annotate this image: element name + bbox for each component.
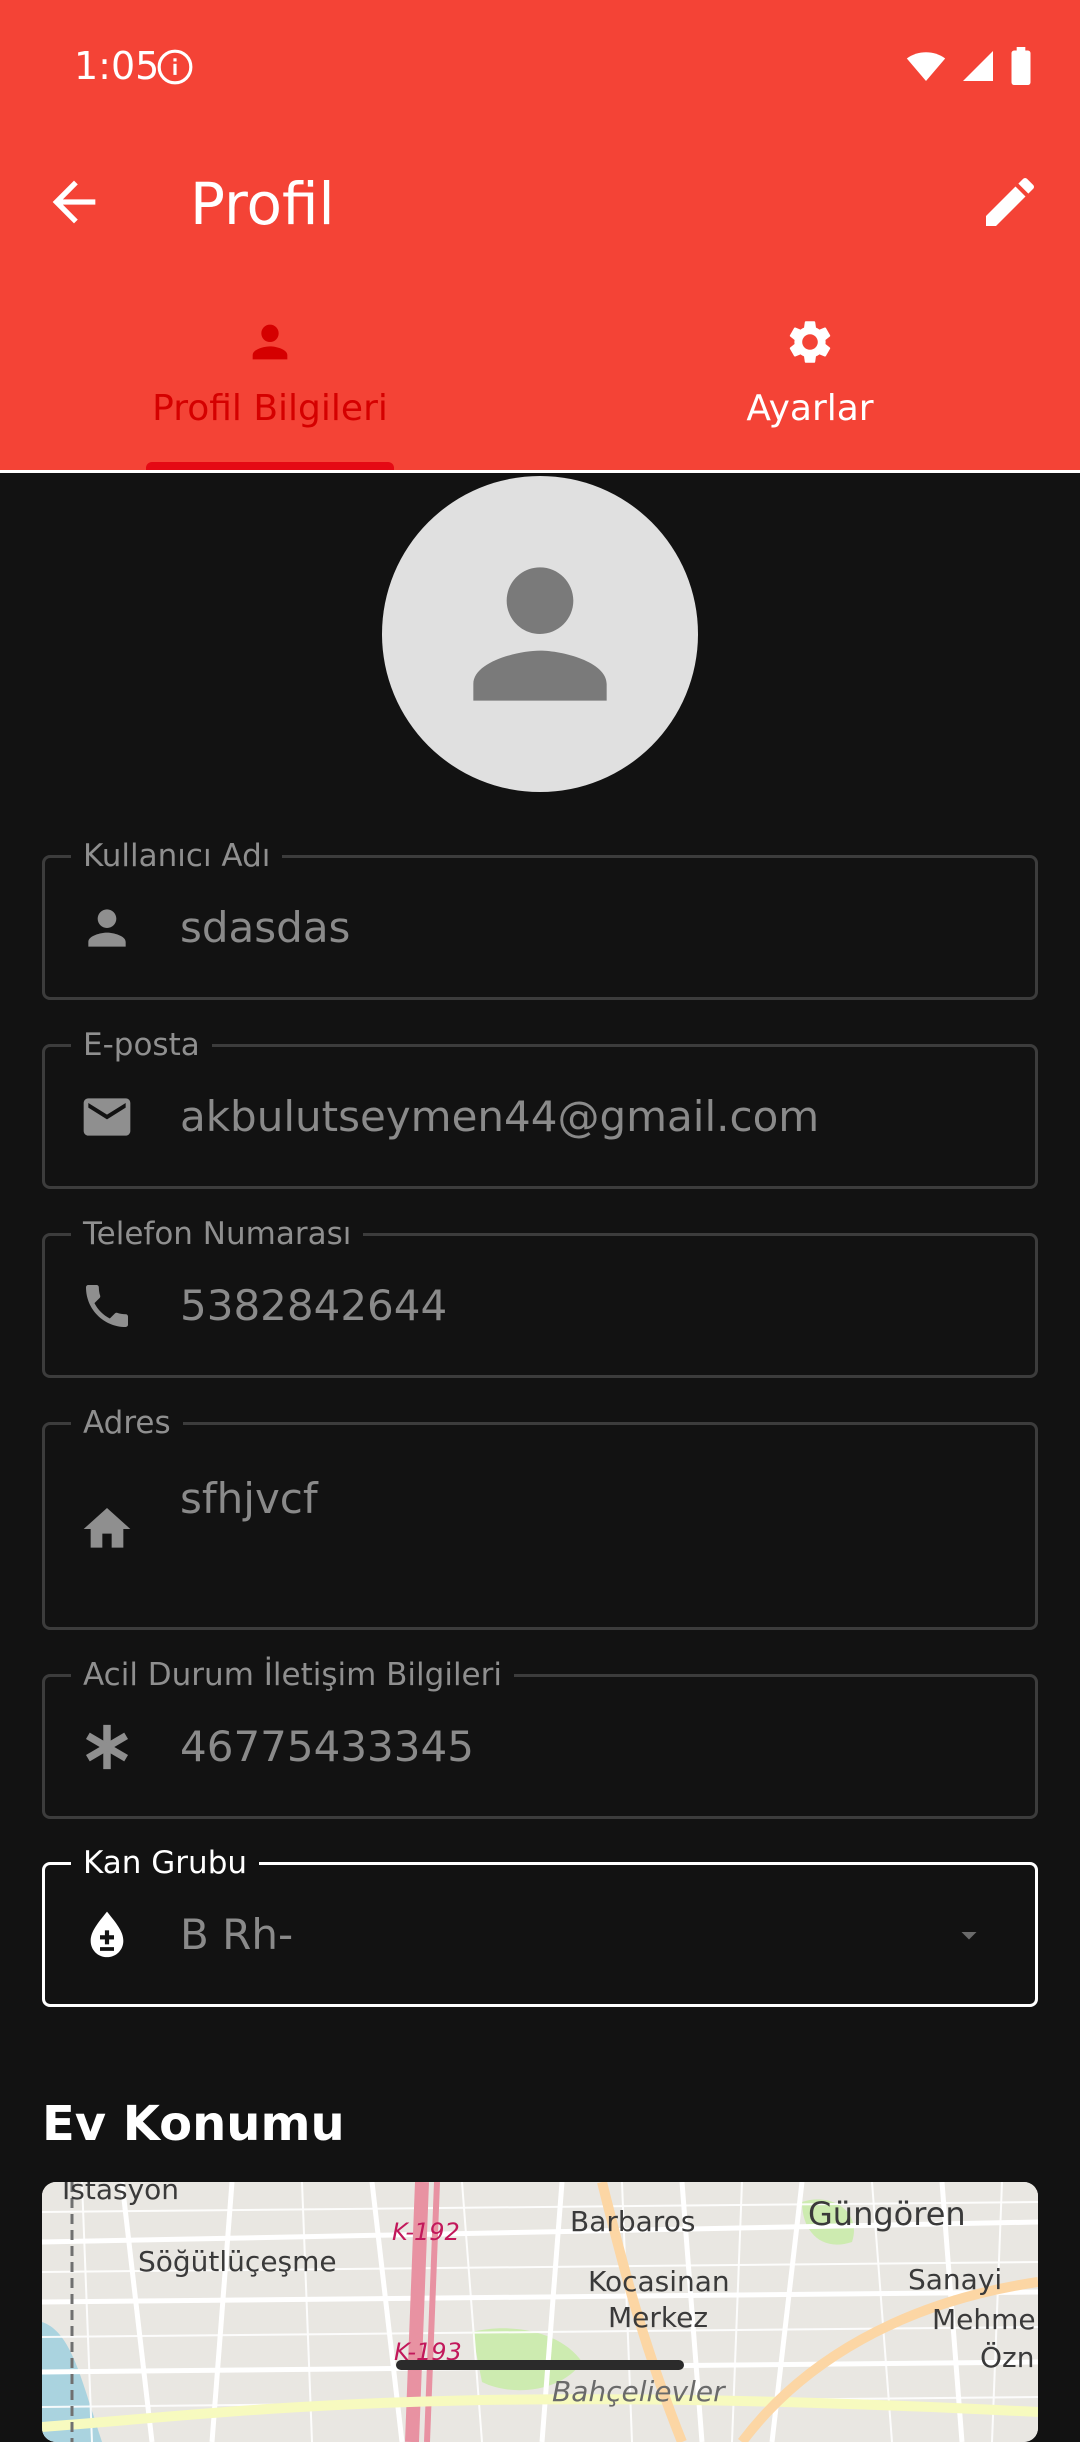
- map-label: Mehme: [932, 2303, 1036, 2336]
- gesture-bar[interactable]: [396, 2360, 684, 2370]
- page-title: Profil: [190, 170, 335, 238]
- field-label: Adres: [71, 1405, 183, 1441]
- tab-bar: Profil Bilgileri Ayarlar: [0, 300, 1080, 470]
- person-icon: [252, 324, 288, 360]
- tab-label: Ayarlar: [746, 388, 874, 429]
- map-label: Bahçelievler: [552, 2375, 725, 2408]
- blood-group-value: B Rh-: [180, 1910, 294, 1959]
- asterisk-icon: [85, 1724, 129, 1770]
- battery-icon: [1011, 47, 1031, 85]
- status-time: 1:05: [74, 44, 160, 88]
- emergency-contact-value: 46775433345: [180, 1722, 474, 1771]
- header-divider: [0, 470, 1080, 473]
- section-title: Ev Konumu: [42, 2096, 345, 2152]
- tab-indicator: [146, 462, 394, 470]
- field-label: Telefon Numarası: [71, 1216, 364, 1252]
- field-label: E-posta: [71, 1027, 212, 1063]
- map-label: Söğütlüçeşme: [138, 2245, 337, 2278]
- avatar[interactable]: [382, 476, 698, 792]
- arrow-back-icon[interactable]: [42, 170, 106, 234]
- map-label: Kocasinan: [588, 2265, 730, 2298]
- dropdown-arrow-icon: [961, 1932, 977, 1940]
- info-icon: [157, 49, 193, 85]
- home-location-map[interactable]: İstasyon Söğütlüçeşme Barbaros Güngören …: [42, 2182, 1038, 2442]
- app-header: 1:05 Profil Profil Bilgileri Ayarlar: [0, 0, 1080, 470]
- username-value: sdasdas: [180, 903, 351, 952]
- tab-label: Profil Bilgileri: [152, 388, 388, 429]
- map-road-label: K-192: [392, 2218, 460, 2246]
- email-field[interactable]: E-posta akbulutseymen44@gmail.com: [42, 1027, 1038, 1189]
- status-icons: [906, 46, 1032, 86]
- address-value: sfhjvcf: [180, 1474, 318, 1523]
- home-icon: [83, 1508, 131, 1548]
- mail-icon: [83, 1098, 131, 1136]
- blood-group-dropdown[interactable]: Kan Grubu B Rh-: [42, 1845, 1038, 2007]
- address-field[interactable]: Adres sfhjvcf: [42, 1405, 1038, 1630]
- phone-icon: [86, 1285, 128, 1327]
- email-value: akbulutseymen44@gmail.com: [180, 1092, 820, 1141]
- blood-drop-icon: [90, 1911, 124, 1958]
- phone-field[interactable]: Telefon Numarası 5382842644: [42, 1216, 1038, 1378]
- map-label: Barbaros: [570, 2205, 696, 2238]
- map-label: Sanayi: [908, 2263, 1003, 2296]
- wifi-icon: [906, 52, 946, 81]
- person-icon: [88, 909, 126, 947]
- map-label: Merkez: [608, 2301, 709, 2334]
- tab-settings[interactable]: Ayarlar: [540, 300, 1080, 470]
- tab-profile-info[interactable]: Profil Bilgileri: [0, 300, 540, 470]
- username-field[interactable]: Kullanıcı Adı sdasdas: [42, 838, 1038, 1000]
- person-icon: [473, 567, 607, 701]
- emergency-contact-field[interactable]: Acil Durum İletişim Bilgileri 4677543334…: [42, 1657, 1038, 1819]
- map-label: İstasyon: [62, 2182, 180, 2206]
- field-label: Kan Grubu: [71, 1845, 260, 1881]
- map-label: Güngören: [808, 2195, 966, 2233]
- edit-icon[interactable]: [978, 170, 1042, 234]
- phone-value: 5382842644: [180, 1281, 448, 1330]
- field-label: Acil Durum İletişim Bilgileri: [71, 1657, 514, 1693]
- signal-icon: [963, 51, 993, 81]
- settings-icon: [789, 321, 831, 363]
- map-label: Özn: [980, 2341, 1035, 2374]
- field-label: Kullanıcı Adı: [71, 838, 283, 874]
